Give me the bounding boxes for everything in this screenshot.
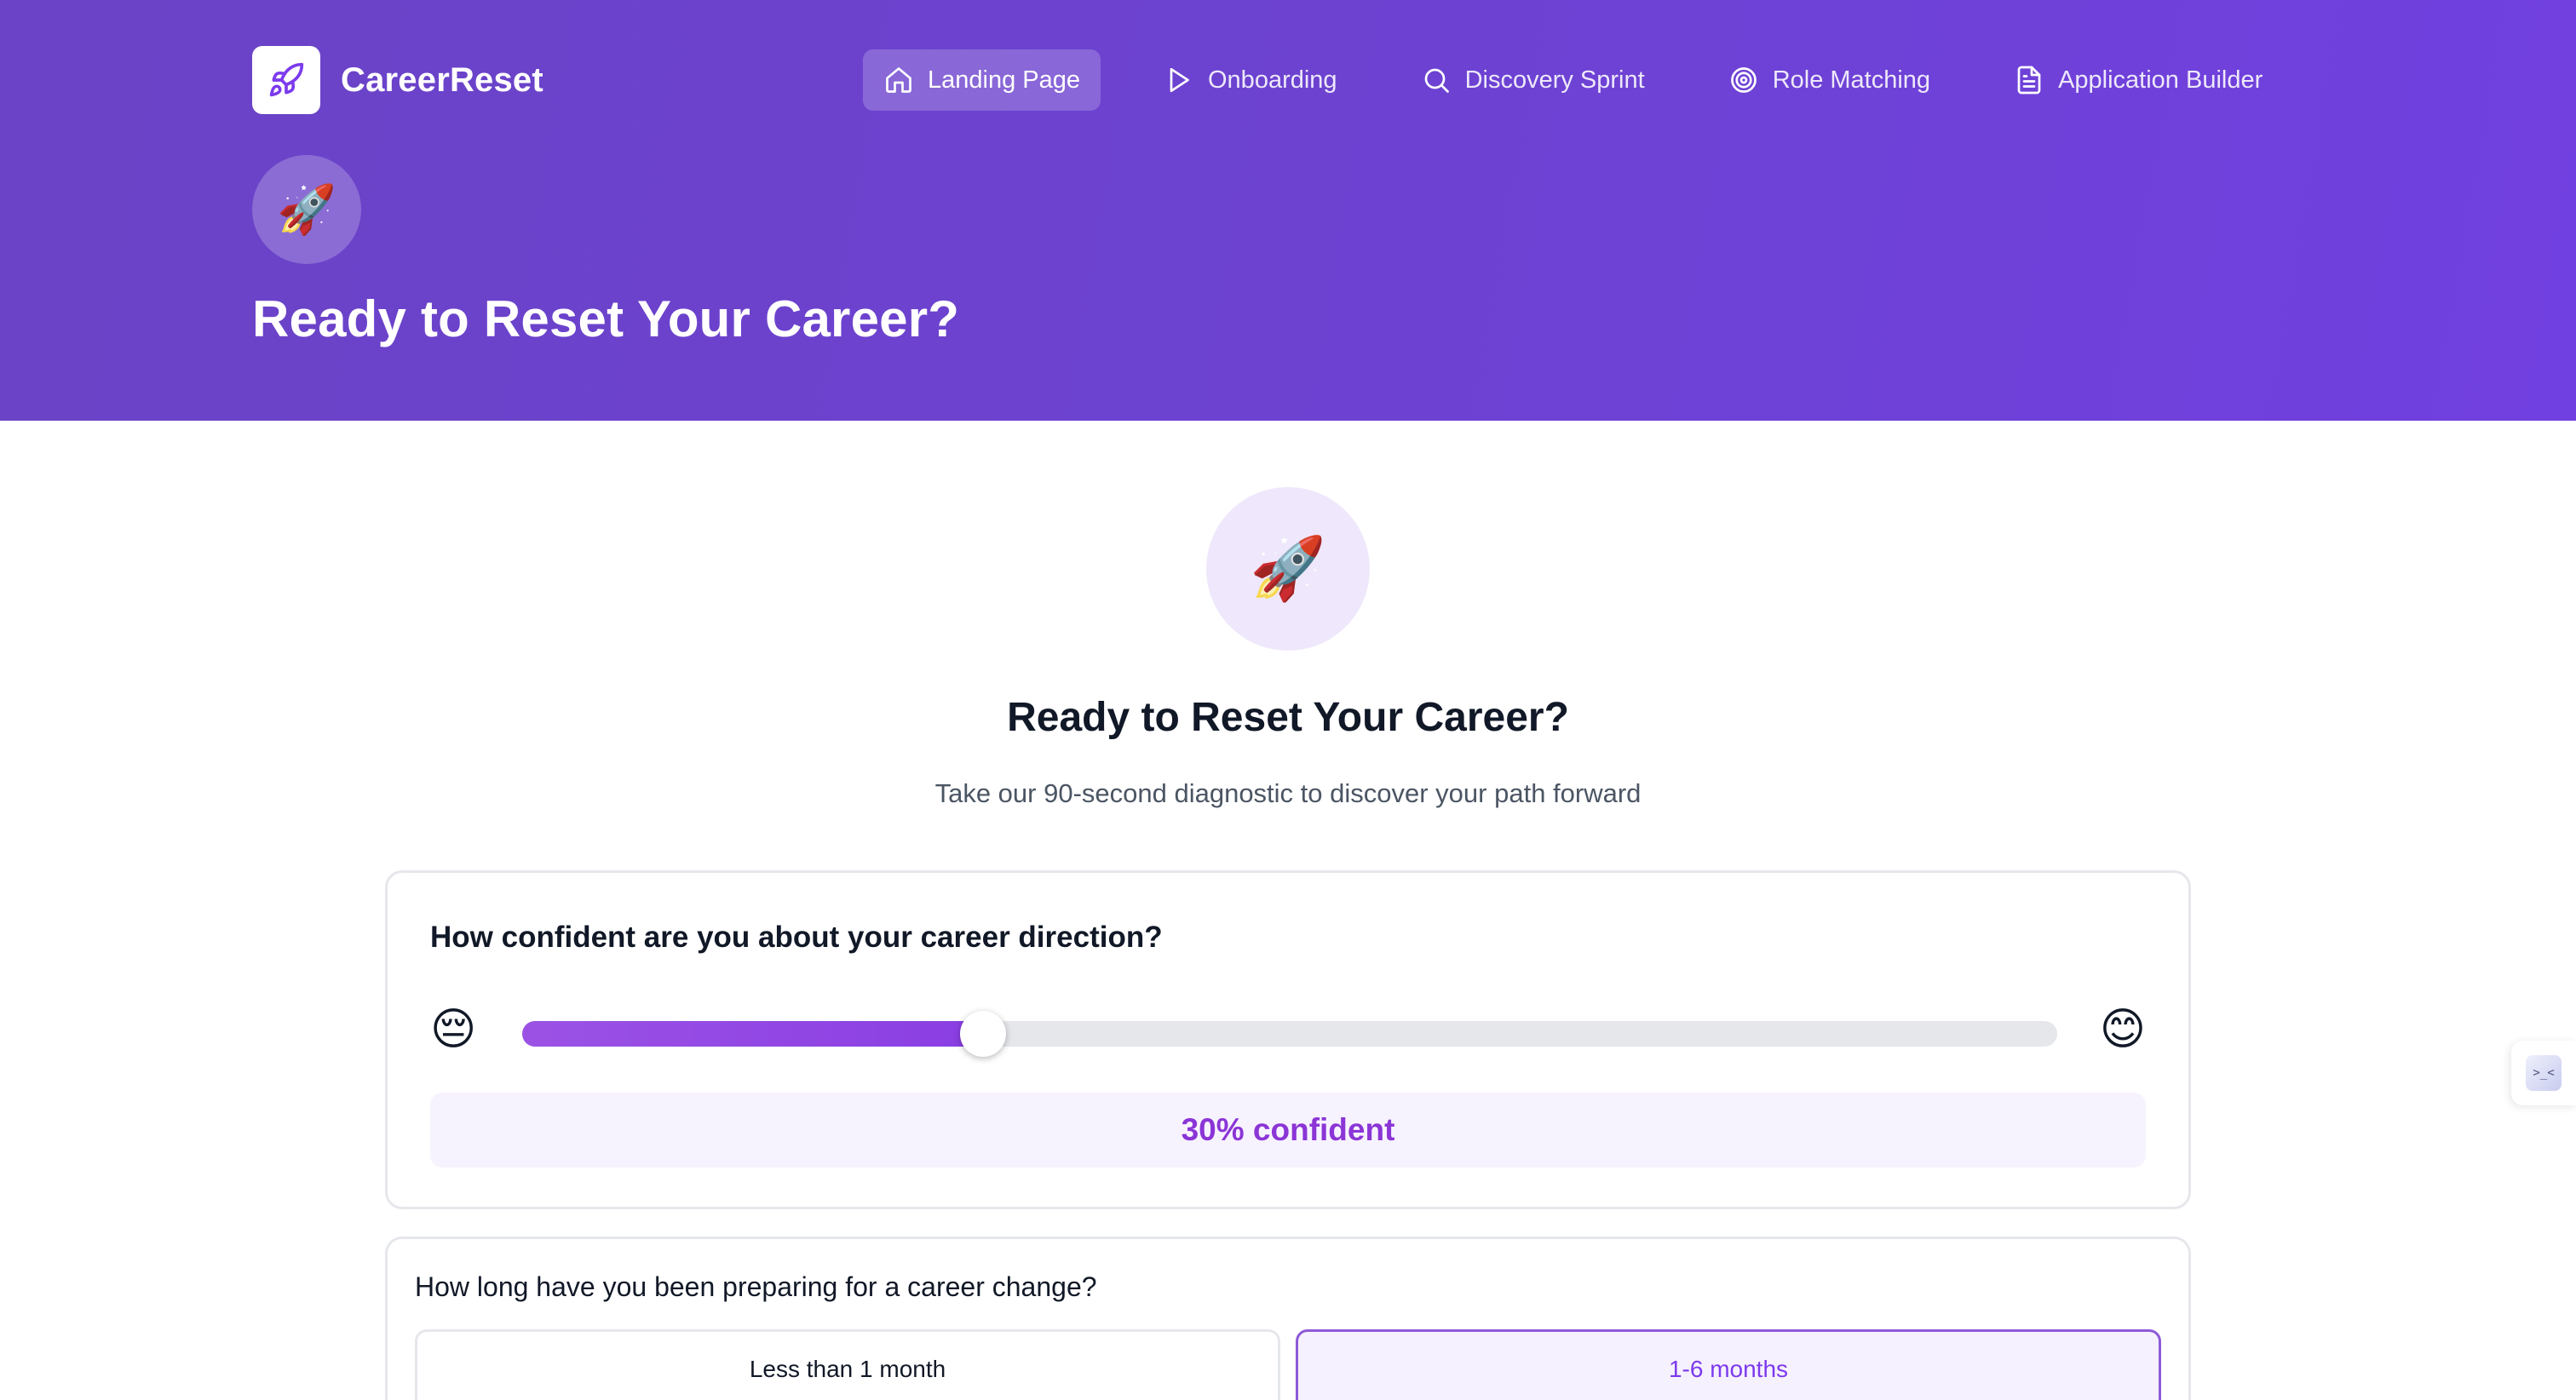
- hero-header: CareerReset Landing Page Onboarding Disc…: [0, 0, 2576, 421]
- confidence-result: 30% confident: [430, 1093, 2146, 1168]
- rocket-emoji: 🚀: [1250, 535, 1326, 603]
- preparation-card: How long have you been preparing for a c…: [385, 1236, 2191, 1400]
- nav-item-onboarding[interactable]: Onboarding: [1143, 49, 1358, 111]
- nav-item-label: Discovery Sprint: [1464, 66, 1645, 94]
- confidence-card: How confident are you about your career …: [385, 870, 2191, 1209]
- confidence-slider-thumb[interactable]: [959, 1011, 1006, 1057]
- brand-name: CareerReset: [341, 60, 543, 99]
- main-rocket-badge: 🚀: [1206, 487, 1370, 651]
- nav-item-label: Application Builder: [2058, 66, 2263, 94]
- brand[interactable]: CareerReset: [252, 46, 543, 114]
- option-1-6-months[interactable]: 1-6 months: [1296, 1329, 2161, 1400]
- sad-face-icon: 😔: [430, 1005, 477, 1054]
- home-icon: [883, 65, 914, 95]
- nav-item-label: Onboarding: [1208, 66, 1337, 94]
- option-less-than-1-month[interactable]: Less than 1 month: [415, 1329, 1280, 1400]
- confidence-slider[interactable]: [522, 1011, 2057, 1057]
- nav-item-label: Landing Page: [928, 66, 1080, 94]
- rocket-icon: [252, 46, 320, 114]
- hero-rocket-badge: 🚀: [252, 155, 361, 264]
- nav-item-label: Role Matching: [1772, 66, 1931, 94]
- nav-item-application-builder[interactable]: Application Builder: [1993, 49, 2283, 111]
- target-icon: [1728, 65, 1759, 95]
- main-title: Ready to Reset Your Career?: [1007, 695, 1569, 740]
- nav-item-role-matching[interactable]: Role Matching: [1708, 49, 1951, 111]
- happy-face-icon: 😊: [2099, 1005, 2146, 1054]
- assistant-widget-button[interactable]: >_<: [2511, 1041, 2576, 1105]
- main-subtitle: Take our 90-second diagnostic to discove…: [934, 778, 1642, 808]
- hero-title: Ready to Reset Your Career?: [252, 290, 960, 347]
- main-nav: Landing Page Onboarding Discovery Sprint: [863, 49, 2283, 111]
- nav-item-discovery-sprint[interactable]: Discovery Sprint: [1400, 49, 1665, 111]
- confidence-slider-fill: [522, 1021, 983, 1047]
- option-label: Less than 1 month: [749, 1356, 946, 1382]
- option-label: 1-6 months: [1668, 1356, 1789, 1382]
- confidence-question: How confident are you about your career …: [430, 921, 1163, 954]
- rocket-emoji: 🚀: [277, 182, 336, 236]
- document-icon: [2014, 65, 2044, 95]
- search-icon: [1421, 65, 1452, 95]
- play-icon: [1164, 65, 1194, 95]
- preparation-question: How long have you been preparing for a c…: [415, 1271, 1097, 1302]
- assistant-icon: >_<: [2526, 1055, 2562, 1091]
- nav-item-landing-page[interactable]: Landing Page: [863, 49, 1101, 111]
